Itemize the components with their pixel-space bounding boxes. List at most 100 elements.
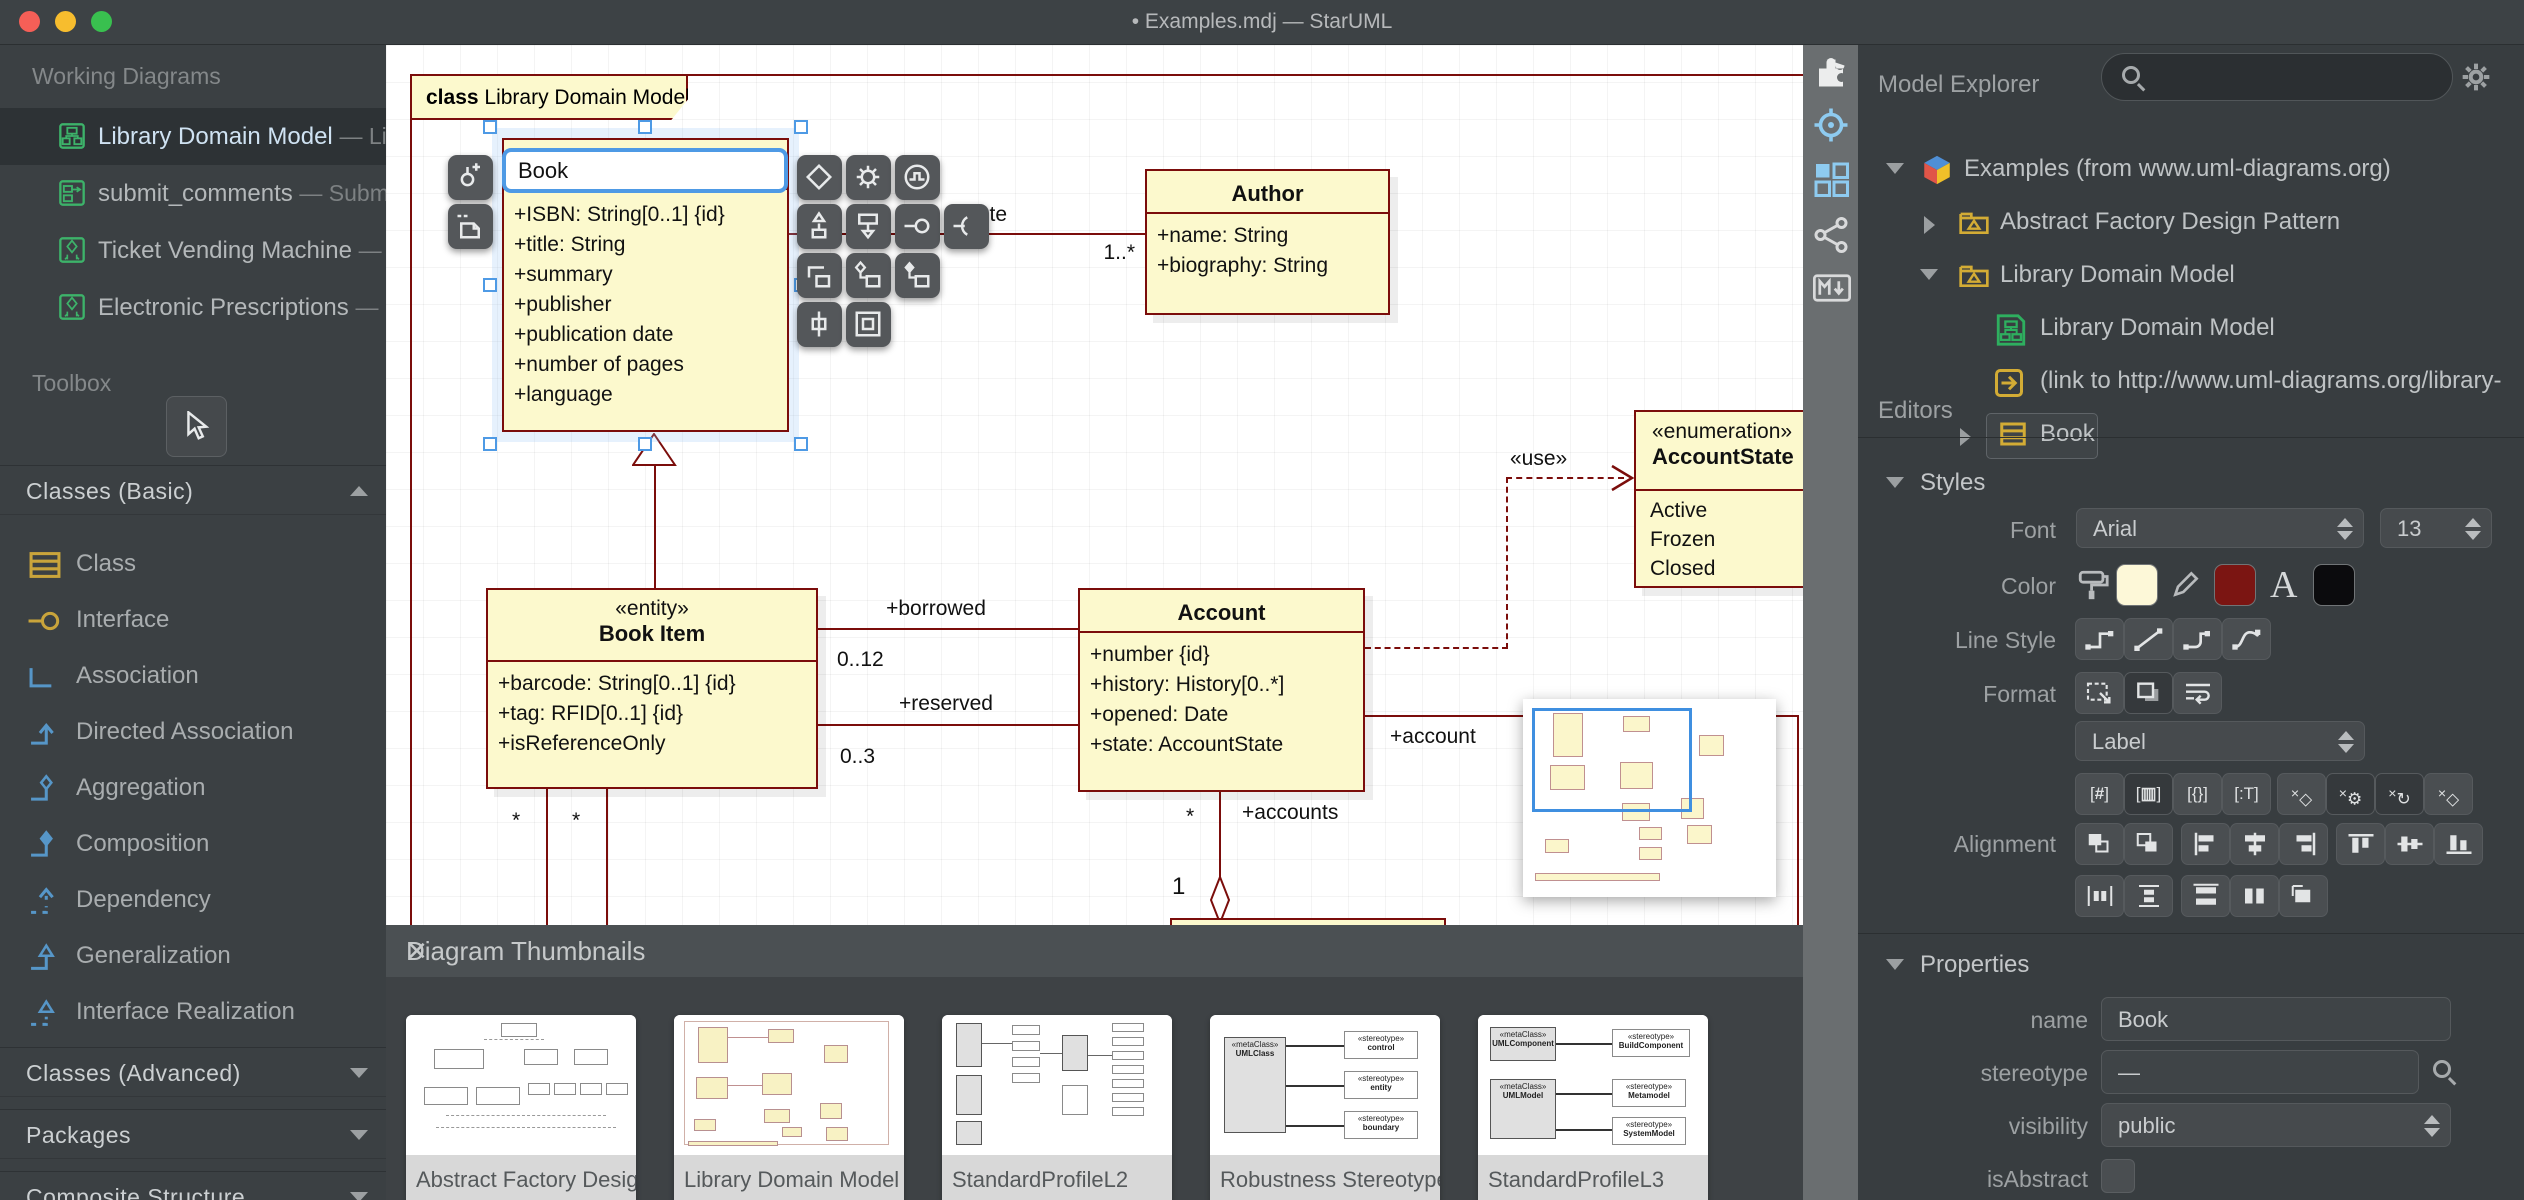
- selection-handle[interactable]: [638, 437, 652, 451]
- tree-item-hyperlink[interactable]: (link to http://www.uml-diagrams.org/lib…: [1858, 359, 2524, 407]
- association-borrowed[interactable]: [818, 628, 1078, 630]
- markdown-icon[interactable]: [1813, 273, 1851, 303]
- stereotype-search-icon[interactable]: [2433, 1060, 2451, 1078]
- stereotype-input[interactable]: —: [2101, 1050, 2419, 1094]
- selection-handle[interactable]: [483, 437, 497, 451]
- name-input[interactable]: Book: [2101, 997, 2451, 1041]
- association-account[interactable]: [1797, 715, 1799, 925]
- association-copies-b[interactable]: [606, 789, 608, 925]
- author-class[interactable]: Author +name: String +biography: String: [1145, 169, 1390, 315]
- add-required-interface-button[interactable]: [944, 204, 989, 249]
- add-aggregated-class-button[interactable]: [846, 253, 891, 298]
- class-name-editor[interactable]: [502, 148, 788, 193]
- tree-item-examples[interactable]: Examples (from www.uml-diagrams.org): [1858, 147, 2524, 195]
- selection-handle[interactable]: [483, 278, 497, 292]
- align-bottom-button[interactable]: [2434, 823, 2483, 865]
- align-right-button[interactable]: [2279, 823, 2328, 865]
- show-name-button[interactable]: [▥]: [2124, 773, 2173, 815]
- line-color-swatch[interactable]: [2214, 564, 2256, 606]
- toolbox-icon[interactable]: [1813, 161, 1849, 197]
- distribute-vertically-button[interactable]: [2124, 875, 2173, 917]
- word-wrap-button[interactable]: [2173, 672, 2222, 714]
- working-diagrams-icon[interactable]: [1813, 107, 1849, 143]
- tree-item-library-domain-model-pkg[interactable]: Library Domain Model: [1858, 253, 2524, 301]
- match-size-button[interactable]: [2279, 875, 2328, 917]
- extensions-icon[interactable]: [1813, 55, 1849, 91]
- auto-resize-button[interactable]: [2075, 672, 2124, 714]
- line-style-rectilinear-button[interactable]: [2075, 618, 2124, 660]
- add-note-link-button[interactable]: [448, 155, 493, 200]
- collapse-icon[interactable]: [1886, 163, 1904, 174]
- diagram-canvas[interactable]: class Library Domain Model wrote 1..* +b…: [386, 45, 1803, 1200]
- tool-class[interactable]: Class: [0, 537, 386, 593]
- add-realization-button[interactable]: [846, 204, 891, 249]
- hide-operations-button[interactable]: ×⚙: [2326, 773, 2375, 815]
- distribute-horizontally-button[interactable]: [2075, 875, 2124, 917]
- book-item-class[interactable]: «entity» Book Item +barcode: String[0..1…: [486, 588, 818, 789]
- properties-section-header[interactable]: Properties: [1920, 951, 2029, 979]
- close-icon[interactable]: ✕: [406, 936, 1771, 967]
- toolbox-group-classes-basic[interactable]: Classes (Basic): [0, 465, 386, 515]
- aggregation-accounts[interactable]: [1219, 792, 1221, 880]
- working-diagram-submit-comments[interactable]: submit_comments — Submit: [0, 165, 386, 222]
- tree-item-book-class[interactable]: Book: [1858, 412, 2524, 460]
- collapse-icon[interactable]: [1920, 269, 1938, 280]
- space-equally-horizontal-button[interactable]: [2181, 875, 2230, 917]
- association-reserved[interactable]: [818, 724, 1078, 726]
- show-property-button[interactable]: [{}]: [2173, 773, 2222, 815]
- minimap-panel[interactable]: [1523, 699, 1776, 897]
- visibility-select[interactable]: public: [2101, 1103, 2451, 1147]
- hide-attributes-button[interactable]: ×◇: [2277, 773, 2326, 815]
- font-color-icon[interactable]: A: [2270, 563, 2297, 607]
- selection-handle[interactable]: [794, 437, 808, 451]
- tool-composition[interactable]: Composition: [0, 817, 386, 873]
- fill-color-icon[interactable]: [2076, 567, 2110, 603]
- thumbnail-standardprofilel2[interactable]: StandardProfileL2: [942, 1015, 1172, 1200]
- toolbox-group-packages[interactable]: Packages: [0, 1109, 386, 1159]
- line-style-oblique-button[interactable]: [2124, 618, 2173, 660]
- thumbnail-abstract-factory[interactable]: Abstract Factory Design: [406, 1015, 636, 1200]
- selection-handle[interactable]: [794, 120, 808, 134]
- minimap-viewport[interactable]: [1532, 708, 1692, 812]
- add-associated-class-button[interactable]: [797, 253, 842, 298]
- generalization-bookitem-book[interactable]: [654, 465, 656, 588]
- association-copies-a[interactable]: [546, 789, 548, 925]
- hide-receptions-button[interactable]: ×↻: [2375, 773, 2424, 815]
- toolbox-group-composite-structure[interactable]: Composite Structure: [0, 1171, 386, 1200]
- line-style-rounded-rectilinear-button[interactable]: [2173, 618, 2222, 660]
- fill-color-swatch[interactable]: [2116, 564, 2158, 606]
- working-diagram-electronic-prescriptions[interactable]: Electronic Prescriptions — E: [0, 279, 386, 336]
- search-input[interactable]: [2158, 62, 2438, 86]
- add-attribute-button[interactable]: [797, 155, 842, 200]
- line-style-curve-button[interactable]: [2222, 618, 2271, 660]
- add-operation-button[interactable]: [846, 155, 891, 200]
- add-provided-interface-button[interactable]: [895, 204, 940, 249]
- add-note-button[interactable]: [448, 204, 493, 249]
- hide-literals-button[interactable]: ×◇: [2424, 773, 2473, 815]
- send-to-back-button[interactable]: [2124, 823, 2173, 865]
- thumbnail-library-domain-model[interactable]: Library Domain Model: [674, 1015, 904, 1200]
- font-size-stepper[interactable]: 13: [2380, 508, 2492, 548]
- tool-interface[interactable]: Interface: [0, 593, 386, 649]
- tool-aggregation[interactable]: Aggregation: [0, 761, 386, 817]
- align-left-button[interactable]: [2181, 823, 2230, 865]
- align-middle-button[interactable]: [2385, 823, 2434, 865]
- gear-icon[interactable]: [2460, 61, 2492, 93]
- dependency-use[interactable]: [1506, 477, 1508, 649]
- share-icon[interactable]: [1813, 217, 1849, 253]
- tool-interface-realization[interactable]: Interface Realization: [0, 985, 386, 1041]
- tree-item-library-domain-model-diagram[interactable]: Library Domain Model: [1858, 306, 2524, 354]
- font-color-swatch[interactable]: [2313, 564, 2355, 606]
- add-part-button[interactable]: [846, 302, 891, 347]
- thumbnail-robustness-stereotypes[interactable]: «metaClass» UMLClass «stereotype» contro…: [1210, 1015, 1440, 1200]
- selection-handle[interactable]: [483, 120, 497, 134]
- select-tool-button[interactable]: [166, 396, 227, 457]
- account-class[interactable]: Account +number {id} +history: History[0…: [1078, 588, 1365, 792]
- tool-generalization[interactable]: Generalization: [0, 929, 386, 985]
- add-composited-class-button[interactable]: [895, 253, 940, 298]
- accountstate-enumeration[interactable]: «enumeration» AccountState Active Frozen…: [1634, 410, 1803, 588]
- tool-dependency[interactable]: Dependency: [0, 873, 386, 929]
- font-family-select[interactable]: Arial: [2076, 508, 2364, 548]
- collapse-icon[interactable]: [1886, 959, 1904, 970]
- tree-item-abstract-factory[interactable]: Abstract Factory Design Pattern: [1858, 200, 2524, 248]
